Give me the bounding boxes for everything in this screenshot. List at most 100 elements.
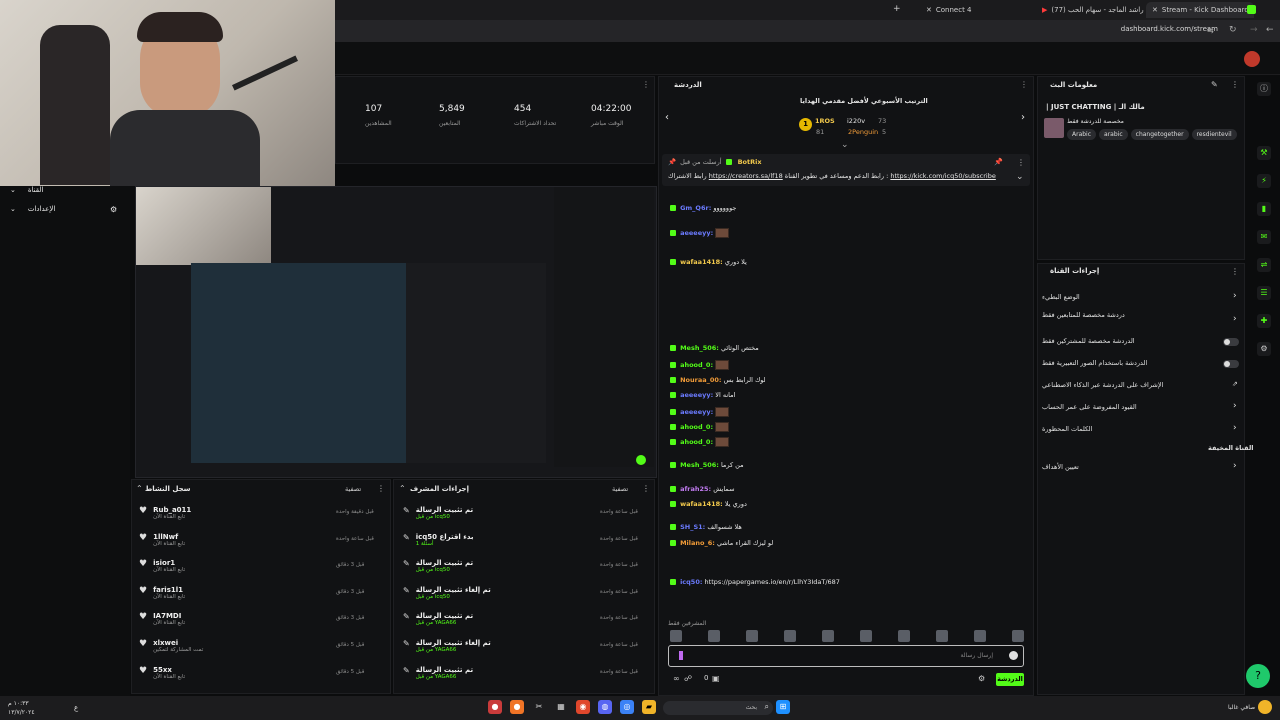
- capcut-icon[interactable]: ✂: [532, 700, 546, 714]
- discord-icon[interactable]: ◍: [598, 700, 612, 714]
- chat-username[interactable]: ahood_0:: [680, 423, 713, 431]
- chatter-avatar[interactable]: [1012, 630, 1024, 642]
- chrome-icon[interactable]: ◎: [620, 700, 634, 714]
- chatter-avatar[interactable]: [670, 630, 682, 642]
- activity-collapse-icon[interactable]: ⌃: [136, 484, 143, 493]
- chat-message[interactable]: Mesh_506: مختص الوثائي: [670, 344, 759, 352]
- new-tab-icon[interactable]: +: [893, 4, 901, 14]
- app-icon[interactable]: ●: [488, 700, 502, 714]
- close-icon[interactable]: ✕: [926, 6, 932, 14]
- chat-bubble-icon[interactable]: ✉: [1257, 230, 1271, 244]
- chat-message[interactable]: wafaa1418: دوري يلا: [670, 500, 747, 508]
- mod-collapse-icon[interactable]: ⌃: [399, 484, 406, 493]
- tag-pill[interactable]: arabic: [1099, 129, 1128, 140]
- chatter-avatar[interactable]: [822, 630, 834, 642]
- weather-text[interactable]: صافي غالبا: [1228, 704, 1255, 711]
- chat-username[interactable]: icq50:: [680, 578, 702, 586]
- gear-icon[interactable]: ⚙: [110, 205, 117, 214]
- chat-username[interactable]: afrah25:: [680, 485, 711, 493]
- more-icon[interactable]: ⋮: [1231, 80, 1239, 89]
- help-icon[interactable]: ?: [1246, 664, 1270, 688]
- video-icon[interactable]: ▮: [1257, 202, 1271, 216]
- action-emotes-only[interactable]: الدردشة باستخدام الصور التعبيرية فقط: [1042, 359, 1147, 367]
- taskbar-clock-time[interactable]: ١٠:٣٣ م: [8, 700, 29, 707]
- chat-username[interactable]: aeeeeyy:: [680, 229, 713, 237]
- chat-username[interactable]: ahood_0:: [680, 438, 713, 446]
- chat-message[interactable]: aeeeeyy:: [670, 407, 730, 417]
- chatter-avatar[interactable]: [898, 630, 910, 642]
- translate-icon[interactable]: ⇆: [1207, 26, 1214, 35]
- chevron-down-icon[interactable]: ⌄: [1016, 172, 1024, 182]
- more-icon[interactable]: ⋮: [1231, 267, 1239, 276]
- mod-filter-button[interactable]: تصفية: [612, 485, 628, 493]
- link-icon[interactable]: ∞: [673, 674, 680, 683]
- browser-tab-youtube[interactable]: ▶ راشد الماجد - سهام الحب (77): [1036, 2, 1154, 18]
- taskbar-clock-date[interactable]: ١٣/٧/٢٠٢٤: [8, 709, 35, 716]
- taskbar-search[interactable]: بحث ⌕: [663, 701, 773, 715]
- chat-username[interactable]: aeeeeyy:: [680, 391, 713, 399]
- edit-icon[interactable]: ✎: [1211, 80, 1218, 89]
- back-icon[interactable]: ←: [1266, 25, 1274, 35]
- more-icon[interactable]: ⋮: [642, 484, 650, 493]
- chat-username[interactable]: SH_S1:: [680, 523, 705, 531]
- chatter-avatar[interactable]: [784, 630, 796, 642]
- chat-username[interactable]: wafaa1418:: [680, 258, 723, 266]
- users-icon[interactable]: ☍: [684, 674, 692, 683]
- chat-username[interactable]: Nouraa_00:: [680, 376, 721, 384]
- split-icon[interactable]: ⇌: [1257, 258, 1271, 272]
- chat-message[interactable]: ahood_0:: [670, 422, 730, 432]
- forward-icon[interactable]: →: [1250, 25, 1258, 35]
- language-indicator[interactable]: ع: [74, 704, 78, 712]
- chevron-down-icon[interactable]: ⌄: [841, 140, 849, 150]
- chat-message[interactable]: wafaa1418: يلا دوري: [670, 258, 747, 266]
- chat-username[interactable]: wafaa1418:: [680, 500, 723, 508]
- more-icon[interactable]: ⋮: [1020, 80, 1028, 89]
- wrench-icon[interactable]: ✚: [1257, 314, 1271, 328]
- chat-message[interactable]: icq50: https://papergames.io/en/r/LlhY3I…: [670, 578, 840, 586]
- tools-icon[interactable]: ⚒: [1257, 146, 1271, 160]
- action-ai-moderation[interactable]: الإشراف على الدردشة عبر الذكاء الاصطناعي: [1042, 381, 1163, 389]
- more-icon[interactable]: ⋮: [377, 484, 385, 493]
- info-icon[interactable]: ⓘ: [1257, 82, 1271, 96]
- chat-message[interactable]: Mesh_506: من كرما: [670, 461, 744, 469]
- action-followers-only[interactable]: دردشة مخصصة للمتابعين فقط: [1042, 311, 1125, 319]
- chat-message[interactable]: aeeeeyy: امانه الا: [670, 391, 735, 399]
- action-banned-words[interactable]: الكلمات المحظورة: [1042, 425, 1092, 433]
- chat-username[interactable]: aeeeeyy:: [680, 408, 713, 416]
- lightning-icon[interactable]: ⚡: [1257, 174, 1271, 188]
- chatter-avatar[interactable]: [708, 630, 720, 642]
- chat-input[interactable]: إرسال رسالة: [668, 645, 1024, 667]
- close-icon[interactable]: ✕: [1152, 6, 1158, 14]
- url-text[interactable]: dashboard.kick.com/stream: [1121, 25, 1218, 33]
- chat-message[interactable]: Nouraa_00: لوك الرابط بس: [670, 376, 766, 384]
- chatter-avatar[interactable]: [936, 630, 948, 642]
- firefox-icon[interactable]: ●: [510, 700, 524, 714]
- more-icon[interactable]: ⋮: [642, 80, 650, 89]
- chevron-right-icon[interactable]: ›: [1233, 314, 1237, 324]
- obs-icon[interactable]: ◉: [576, 700, 590, 714]
- chat-username[interactable]: Mesh_506:: [680, 344, 719, 352]
- leaderboard-next-icon[interactable]: ›: [1021, 112, 1025, 123]
- pinned-link-2[interactable]: https://kick.com/icq50/subscribe: [890, 172, 996, 180]
- chat-message[interactable]: aeeeeyy:: [670, 228, 730, 238]
- calculator-icon[interactable]: ▦: [554, 700, 568, 714]
- action-subscribers-only[interactable]: الدردشة مخصصة للمشتركين فقط: [1042, 337, 1135, 345]
- sidebar-item-settings[interactable]: ⌄ الإعدادات: [10, 205, 55, 213]
- chevron-right-icon[interactable]: ›: [1233, 291, 1237, 301]
- chat-message[interactable]: SH_S1: هلا شسوالف: [670, 523, 742, 531]
- reload-icon[interactable]: ↻: [1229, 25, 1237, 35]
- gift-icon[interactable]: ▣: [712, 674, 720, 683]
- emotes-only-toggle[interactable]: [1223, 360, 1239, 368]
- leaderboard-prev-icon[interactable]: ‹: [665, 112, 669, 123]
- list-icon[interactable]: ☰: [1257, 286, 1271, 300]
- chat-message[interactable]: Gm_Q6r: جوووووو: [670, 204, 736, 212]
- chat-message[interactable]: ahood_0:: [670, 360, 730, 370]
- chat-message[interactable]: Milano_6: لو ليزك القراء ماشي: [670, 539, 773, 547]
- chatter-avatar[interactable]: [974, 630, 986, 642]
- sidebar-item-channel[interactable]: ⌄ القناة: [10, 186, 43, 194]
- chat-send-button[interactable]: الدردشة: [996, 673, 1024, 686]
- chat-message[interactable]: afrah25: سمايش: [670, 485, 735, 493]
- tag-pill[interactable]: changetogether: [1130, 129, 1189, 140]
- browser-tab-kick-dashboard[interactable]: ✕ Stream - Kick Dashboard: [1146, 2, 1254, 18]
- chatter-avatar[interactable]: [860, 630, 872, 642]
